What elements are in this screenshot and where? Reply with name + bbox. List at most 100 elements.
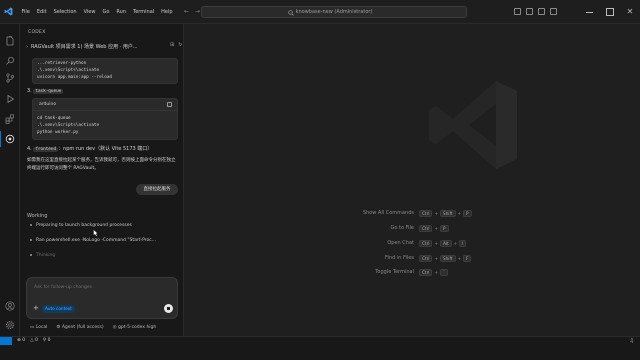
code-line: cd task-queue: [37, 116, 71, 121]
working-step-label: Ran powershell.exe -NoLogo -Command "Sta…: [36, 238, 157, 243]
keycap: Ctrl: [419, 225, 433, 232]
mouse-cursor-icon: [93, 229, 99, 237]
stop-button[interactable]: [164, 304, 173, 313]
keycap: P: [439, 225, 449, 232]
key-separator: +: [434, 270, 438, 275]
layout-controls: [514, 8, 557, 15]
history-icon[interactable]: ↻: [178, 42, 182, 48]
start-services-button[interactable]: 直接拉起服务: [136, 184, 178, 195]
key-separator: +: [434, 211, 438, 216]
menu-terminal[interactable]: Terminal: [130, 9, 158, 15]
thread-title[interactable]: › RAGVault 项目需求 1) 场景 Web 应用 · 用户...: [26, 43, 174, 50]
auto-context-chip[interactable]: Auto context: [42, 305, 75, 313]
shortcut-hint: Show All Commands: [334, 210, 414, 219]
key-separator: +: [457, 211, 462, 216]
toggle-panel-icon[interactable]: [526, 8, 533, 15]
thread-title-label: RAGVault 项目需求 1) 场景 Web 应用 · 用户...: [31, 44, 138, 50]
menu-bar: File Edit Selection View Go Run Terminal…: [18, 0, 176, 24]
settings-gear-icon[interactable]: [5, 320, 15, 330]
ports-count: ⚲ 0: [42, 338, 51, 343]
key-separator: +: [434, 256, 438, 261]
remote-indicator-icon[interactable]: [0, 337, 12, 345]
shortcut-label: Toggle Terminal: [375, 269, 414, 275]
menu-selection[interactable]: Selection: [50, 9, 80, 15]
key-separator: +: [434, 226, 438, 231]
menu-help[interactable]: Help: [158, 9, 176, 15]
code-line: .\.venv\Scripts\activate: [37, 68, 100, 73]
code-line: uvicorn app.main:app --reload: [37, 75, 113, 80]
menu-go[interactable]: Go: [99, 9, 113, 15]
assistant-message: 如需我在这里直接拉起某个服务，告诉我就可，否则按上面命令分别在独立终端运行即可访…: [27, 158, 176, 171]
shortcut-keys: Ctrl + Alt + I: [419, 240, 467, 247]
notifications-bell-icon[interactable]: ♫: [630, 338, 634, 344]
command-center[interactable]: knowbase-new (Administrator): [201, 6, 467, 18]
warnings-count: △ 0: [30, 338, 38, 343]
code-block: ...retriever-python .\.venv\Scripts\acti…: [32, 58, 178, 84]
working-step[interactable]: Ran powershell.exe -NoLogo -Command "Sta…: [30, 238, 156, 243]
agent-mode-select[interactable]: ⚙ Agent (full access): [56, 325, 103, 330]
code-line: .\.venv\Scripts\activate: [37, 123, 100, 128]
model-label: gpt-5-codex high: [117, 325, 157, 330]
step-number: 4.: [27, 146, 32, 152]
keycap: Ctrl: [419, 269, 433, 276]
shortcut-keys: Ctrl + P: [419, 225, 449, 232]
close-button[interactable]: ✕: [620, 0, 640, 24]
keycap: Alt: [439, 240, 452, 247]
working-label: Working: [27, 213, 48, 219]
composer-input[interactable]: Ask for follow-up changes: [34, 285, 92, 290]
key-separator: +: [453, 241, 458, 246]
extensions-icon[interactable]: [5, 114, 15, 124]
shortcut-label: Go to File: [390, 225, 415, 231]
key-separator: +: [457, 256, 462, 261]
keycap: Ctrl: [419, 255, 433, 262]
shortcut-hint: Go to File: [334, 225, 415, 234]
shortcut-label: Open Chat: [387, 240, 414, 246]
add-context-icon[interactable]: +: [33, 305, 39, 312]
shortcut-keys: Ctrl + Shift + P: [419, 210, 472, 217]
new-thread-icon[interactable]: ⊞: [170, 42, 174, 48]
keycap: Ctrl: [419, 240, 433, 247]
codex-icon[interactable]: [0, 131, 15, 147]
errors-count: ⊗ 0: [17, 338, 26, 343]
toggle-sidebar-icon[interactable]: [514, 8, 521, 15]
model-select[interactable]: ◎ gpt-5-codex high: [113, 325, 157, 330]
customize-layout-icon[interactable]: [550, 8, 557, 15]
keycap: `: [439, 269, 449, 276]
account-icon[interactable]: [5, 301, 15, 311]
copy-icon[interactable]: [167, 102, 172, 107]
menu-file[interactable]: File: [18, 9, 33, 15]
working-step-label: Preparing to launch background processes: [36, 223, 132, 228]
vscode-logo-icon: [4, 7, 13, 16]
code-block: arduino cd task-queue .\.venv\Scripts\ac…: [32, 98, 178, 140]
vscode-watermark-icon: [429, 81, 517, 169]
status-problems[interactable]: ⊗ 0 △ 0 ⚲ 0: [17, 338, 50, 343]
code-header: arduino: [33, 99, 177, 111]
shortcut-keys: Ctrl + Shift + F: [419, 255, 472, 262]
menu-edit[interactable]: Edit: [33, 9, 50, 15]
inline-code: task-queue: [33, 89, 64, 94]
back-arrow-icon[interactable]: ←: [184, 8, 195, 15]
shortcut-label: Find in Files: [385, 255, 414, 261]
title-bar: File Edit Selection View Go Run Terminal…: [0, 0, 640, 24]
run-debug-icon[interactable]: [5, 94, 15, 104]
shortcut-keys: Ctrl + `: [419, 269, 449, 276]
code-line: python worker.py: [37, 130, 79, 135]
keycap: Shift: [439, 255, 456, 262]
keycap: Shift: [439, 210, 456, 217]
toggle-secondary-sidebar-icon[interactable]: [538, 8, 545, 15]
working-step[interactable]: Preparing to launch background processes: [30, 223, 132, 228]
inline-code: frontend: [33, 147, 59, 152]
menu-run[interactable]: Run: [113, 9, 130, 15]
shortcut-hint: Toggle Terminal: [334, 269, 414, 278]
local-select[interactable]: ▭ Local: [30, 325, 47, 330]
menu-view[interactable]: View: [80, 9, 99, 15]
minimize-button[interactable]: [580, 0, 600, 24]
search-activity-icon[interactable]: [5, 56, 15, 66]
key-separator: +: [434, 241, 438, 246]
shortcut-hint: Find in Files: [334, 255, 414, 264]
shortcut-hint: Open Chat: [334, 240, 414, 249]
source-control-icon[interactable]: [5, 73, 15, 83]
maximize-button[interactable]: [600, 0, 620, 24]
explorer-icon[interactable]: [5, 36, 15, 46]
command-center-label: knowbase-new (Administrator): [295, 9, 373, 15]
